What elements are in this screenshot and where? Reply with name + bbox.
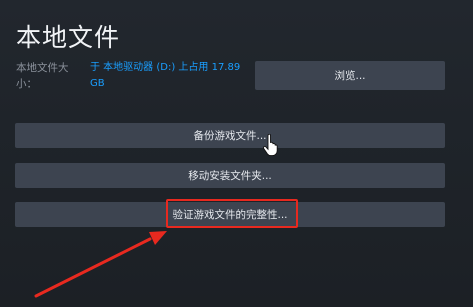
hand-pointer-icon <box>263 134 278 156</box>
browse-button-label: 浏览... <box>334 70 366 82</box>
local-files-panel: 本地文件 本地文件大小： 于 本地驱动器 (D:) 上占用 17.89 GB 浏… <box>0 0 473 307</box>
move-install-folder-label: 移动安装文件夹... <box>188 170 272 182</box>
verify-game-files-button[interactable]: 验证游戏文件的完整性... <box>15 202 445 227</box>
backup-game-files-label: 备份游戏文件... <box>193 130 267 142</box>
local-files-size-value[interactable]: 于 本地驱动器 (D:) 上占用 17.89 GB <box>90 60 248 92</box>
local-files-size-label: 本地文件大小： <box>16 62 69 90</box>
move-install-folder-button[interactable]: 移动安装文件夹... <box>15 163 445 188</box>
page-title: 本地文件 <box>16 23 121 52</box>
backup-game-files-button[interactable]: 备份游戏文件... <box>15 123 445 148</box>
browse-button[interactable]: 浏览... <box>255 61 445 90</box>
verify-game-files-label: 验证游戏文件的完整性... <box>172 209 288 221</box>
